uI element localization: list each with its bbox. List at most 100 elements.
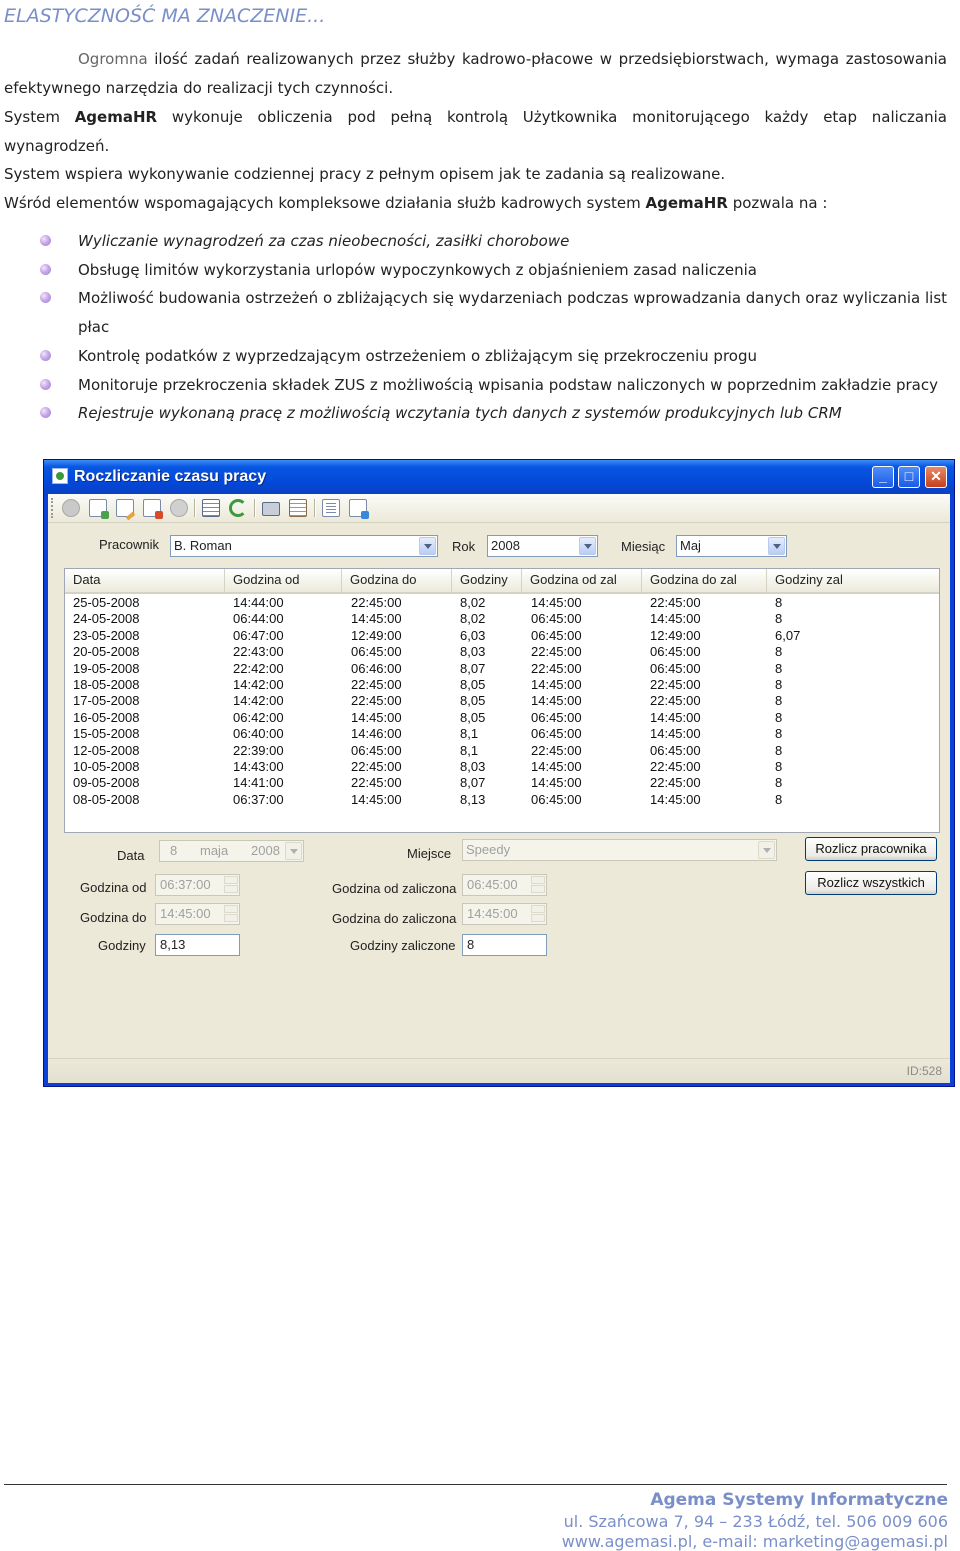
- table-cell: 22:45:00: [351, 759, 402, 774]
- godzina-od-field[interactable]: 06:37:00: [155, 874, 240, 896]
- minimize-button[interactable]: _: [872, 466, 894, 488]
- print-icon[interactable]: [262, 502, 280, 516]
- table-cell: 14:45:00: [531, 759, 582, 774]
- table-row[interactable]: 17-05-2008 14:42:00 22:45:00 8,05 14:45:00 22…: [65, 693, 939, 709]
- table-row[interactable]: 18-05-2008 14:42:00 22:45:00 8,05 14:45:00 22…: [65, 677, 939, 693]
- pracownik-select[interactable]: B. Roman: [170, 535, 438, 557]
- chevron-down-icon[interactable]: [768, 537, 785, 555]
- close-button[interactable]: ✕: [925, 466, 947, 488]
- feature-item: Obsługę limitów wykorzystania urlopów wy…: [40, 256, 950, 285]
- table-row[interactable]: 19-05-2008 22:42:00 06:46:00 8,07 22:45:00 06…: [65, 661, 939, 677]
- godziny-zal-field[interactable]: 8: [462, 934, 547, 956]
- window-client: Pracownik B. Roman Rok 2008 Miesiąc Maj …: [48, 494, 950, 1083]
- edit-record-icon[interactable]: [116, 499, 134, 517]
- table-cell: 14:45:00: [351, 611, 402, 627]
- cancel-icon[interactable]: [170, 499, 188, 517]
- column-header[interactable]: Godzina do zal: [642, 569, 767, 592]
- table-row[interactable]: 10-05-2008 14:43:00 22:45:00 8,03 14:45:00 22…: [65, 759, 939, 775]
- spinner-icon[interactable]: [531, 876, 545, 894]
- chevron-down-icon[interactable]: [579, 537, 596, 555]
- miejsce-select[interactable]: Speedy: [462, 839, 777, 861]
- toolbar-separator: [254, 499, 256, 517]
- detail-date-picker[interactable]: 8 maja 2008: [159, 840, 304, 862]
- table-row[interactable]: 08-05-2008 06:37:00 14:45:00 8,13 06:45:00 14…: [65, 792, 939, 808]
- rozlicz-wszystkich-button[interactable]: Rozlicz wszystkich: [805, 871, 937, 895]
- table-row[interactable]: 23-05-2008 06:47:00 12:49:00 6,03 06:45:00 12…: [65, 628, 939, 644]
- record-id: ID:528: [906, 1064, 942, 1078]
- table-cell: 06:42:00: [233, 709, 284, 725]
- column-header[interactable]: Godziny zal: [767, 569, 939, 592]
- table-cell: 22:45:00: [650, 759, 701, 774]
- paragraph-control: System AgemaHR wykonuje obliczenia pod p…: [4, 103, 947, 160]
- work-time-grid[interactable]: Data Godzina od Godzina do Godziny Godzina o…: [64, 568, 940, 833]
- status-bar: ID:528: [48, 1058, 950, 1083]
- table-row[interactable]: 25-05-2008 14:44:00 22:45:00 8,02 14:45:00 22…: [65, 595, 939, 611]
- table-cell: 6,07: [775, 627, 801, 643]
- table-cell: 12:49:00: [351, 627, 402, 643]
- table-row[interactable]: 16-05-2008 06:42:00 14:45:00 8,05 06:45:00 14…: [65, 710, 939, 726]
- toolbar-grip[interactable]: [51, 498, 56, 518]
- spinner-icon[interactable]: [224, 905, 238, 923]
- table-row[interactable]: 15-05-2008 06:40:00 14:46:00 8,1 06:45:00 14:…: [65, 726, 939, 742]
- table-view-icon[interactable]: [202, 499, 220, 517]
- column-header[interactable]: Godzina do: [342, 569, 452, 592]
- rok-select[interactable]: 2008: [487, 535, 598, 557]
- table-cell: 8: [775, 693, 783, 709]
- bullet-icon: [40, 378, 51, 390]
- maximize-button[interactable]: □: [898, 466, 920, 488]
- toolbar-separator: [194, 499, 196, 517]
- table-cell: 8: [775, 726, 783, 742]
- table-row[interactable]: 20-05-2008 22:43:00 06:45:00 8,03 22:45:00 06…: [65, 644, 939, 660]
- godzina-do-zal-field[interactable]: 14:45:00: [462, 903, 547, 925]
- feature-text: Rejestruje wykonaną pracę z możliwością …: [78, 404, 842, 423]
- table-cell: 22:45:00: [351, 595, 402, 610]
- table-row[interactable]: 09-05-2008 14:41:00 22:45:00 8,07 14:45:00 22…: [65, 775, 939, 791]
- rozlicz-pracownika-button[interactable]: Rozlicz pracownika: [805, 837, 937, 861]
- table-cell: 09-05-2008: [73, 775, 140, 791]
- paragraph-elements: Wśród elementów wspomagających komplekso…: [4, 189, 947, 218]
- table-cell: 06:45:00: [531, 627, 582, 643]
- table-cell: 22:39:00: [233, 742, 284, 758]
- feature-text: Kontrolę podatków z wyprzedzającym ostrz…: [78, 346, 757, 365]
- spinner-icon[interactable]: [531, 905, 545, 923]
- table-cell: 14:45:00: [531, 595, 582, 610]
- footer-divider: [4, 1484, 947, 1485]
- delete-record-icon[interactable]: [143, 499, 163, 519]
- chevron-down-icon[interactable]: [758, 841, 775, 859]
- add-record-icon[interactable]: [89, 499, 109, 519]
- table-cell: 14:45:00: [531, 775, 582, 791]
- table-cell: 14:46:00: [351, 726, 402, 742]
- report-icon[interactable]: [289, 499, 307, 517]
- miesiac-select[interactable]: Maj: [676, 535, 787, 557]
- table-cell: 8: [775, 775, 783, 791]
- godzina-od-zal-field[interactable]: 06:45:00: [462, 874, 547, 896]
- column-header[interactable]: Data: [65, 569, 225, 592]
- spinner-icon[interactable]: [224, 876, 238, 894]
- table-cell: 8,07: [460, 775, 486, 791]
- chevron-down-icon[interactable]: [285, 842, 302, 860]
- table-cell: 8,02: [460, 611, 486, 627]
- table-cell: 14:42:00: [233, 677, 284, 692]
- column-header[interactable]: Godzina od zal: [522, 569, 642, 592]
- table-row[interactable]: 12-05-2008 22:39:00 06:45:00 8,1 22:45:00 06:…: [65, 743, 939, 759]
- godzina-do-field[interactable]: 14:45:00: [155, 903, 240, 925]
- table-cell: 22:45:00: [531, 742, 582, 758]
- accept-icon[interactable]: [62, 499, 80, 517]
- table-row[interactable]: 24-05-2008 06:44:00 14:45:00 8,02 06:45:00 14…: [65, 611, 939, 627]
- window-titlebar[interactable]: Roczliczanie czasu pracy _ □ ✕: [44, 460, 954, 494]
- column-header[interactable]: Godziny: [452, 569, 522, 592]
- column-header[interactable]: Godzina od: [225, 569, 342, 592]
- table-cell: 14:42:00: [233, 693, 284, 709]
- table-cell: 8,07: [460, 660, 486, 676]
- table-cell: 8: [775, 660, 783, 676]
- godzina-do-zal-label: Godzina do zaliczona: [332, 911, 457, 926]
- chevron-down-icon[interactable]: [419, 537, 436, 555]
- settings-icon[interactable]: [322, 499, 340, 517]
- godziny-field[interactable]: 8,13: [155, 934, 240, 956]
- export-icon[interactable]: [349, 499, 369, 519]
- detail-data-label: Data: [117, 848, 145, 863]
- refresh-icon[interactable]: [229, 499, 247, 517]
- pracownik-value: B. Roman: [174, 538, 232, 553]
- date-year: 2008: [251, 843, 280, 858]
- table-cell: 06:37:00: [233, 791, 284, 807]
